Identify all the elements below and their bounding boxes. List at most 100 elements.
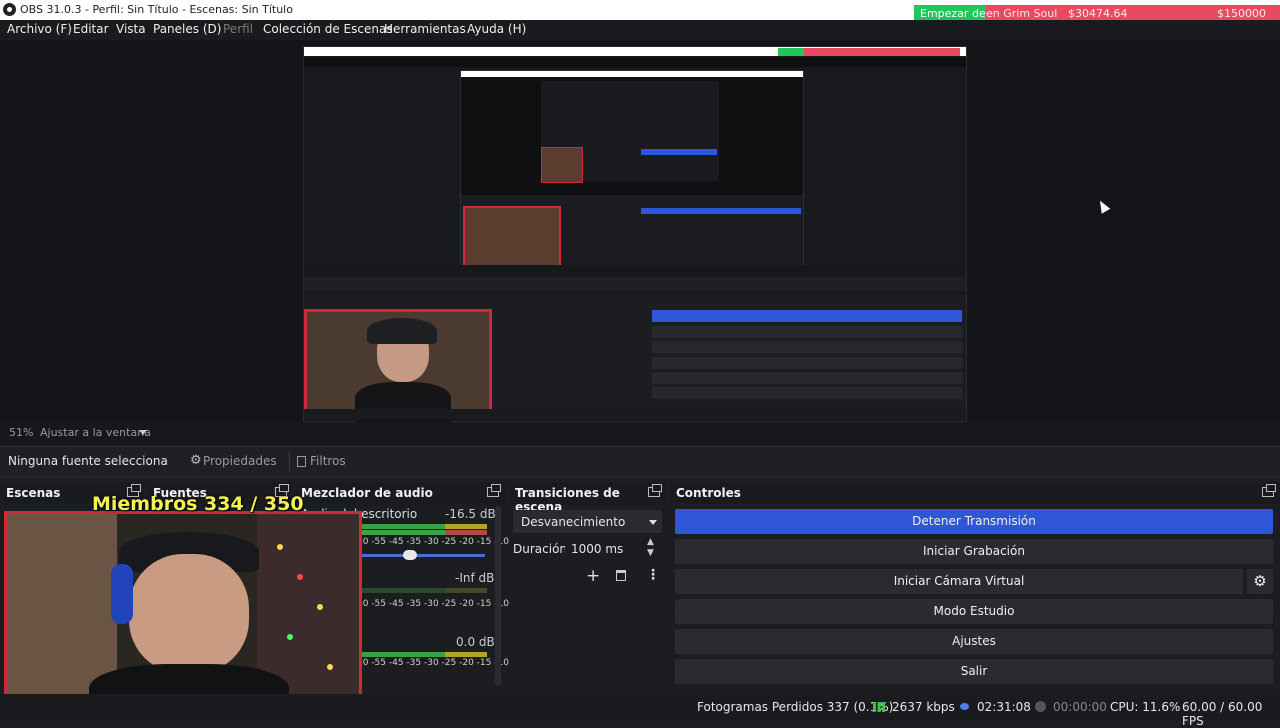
nested2-stop-button xyxy=(641,149,717,155)
transition-select-value: Desvanecimiento xyxy=(521,515,626,529)
webcam-face xyxy=(129,554,249,674)
webcam-overlay xyxy=(4,511,362,716)
menu-bar: Archivo (F) Editar Vista Paneles (D) Per… xyxy=(0,20,1280,40)
stream-icon xyxy=(960,703,969,710)
nested-button xyxy=(652,372,962,384)
nested-menu-bar xyxy=(304,57,966,67)
nested-status-bar xyxy=(304,409,966,419)
menu-scene-collection[interactable]: Colección de Escenas xyxy=(263,22,393,36)
scenes-dock-title: Escenas xyxy=(6,486,61,500)
nested-webcam-cap xyxy=(367,318,437,344)
audio-meter xyxy=(355,652,445,657)
transitions-dock: Transiciones de escena Desvanecimiento D… xyxy=(509,482,666,692)
menu-tools[interactable]: Herramientas xyxy=(384,22,466,36)
filters-button[interactable]: Filtros xyxy=(310,454,346,468)
meter-ticks: 60 -55 -45 -35 -30 -25 -20 -15 -10 -5 0 xyxy=(357,658,530,668)
exit-button[interactable]: Salir xyxy=(675,659,1273,684)
nested-goal-green xyxy=(778,48,804,56)
webcam-headset xyxy=(111,564,133,624)
meter-ticks: 60 -55 -45 -35 -30 -25 -20 -15 -10 -5 0 xyxy=(357,537,530,547)
preview-canvas[interactable] xyxy=(303,46,967,422)
mixer-channel-level: 0.0 dB xyxy=(456,635,495,649)
nested-button xyxy=(652,387,962,399)
transition-select[interactable]: Desvanecimiento xyxy=(513,510,662,533)
trash-icon[interactable] xyxy=(616,570,626,581)
audio-meter xyxy=(445,524,487,529)
gear-icon: ⚙ xyxy=(1253,572,1267,590)
menu-view[interactable]: Vista xyxy=(116,22,146,36)
audio-meter xyxy=(445,652,487,657)
source-toolbar: Ninguna fuente selecciona ⚙ Propiedades … xyxy=(0,446,1280,478)
add-transition-icon[interactable]: + xyxy=(586,566,600,586)
mixer-channel-level: -Inf dB xyxy=(455,571,495,585)
dropped-frames: Fotogramas Perdidos 337 (0.1%) xyxy=(697,700,894,714)
spin-down-icon[interactable]: ▼ xyxy=(647,548,654,558)
properties-button[interactable]: Propiedades xyxy=(203,454,277,468)
nested-button xyxy=(652,341,962,353)
signal-icon xyxy=(873,702,885,712)
audio-meter xyxy=(355,524,445,529)
start-recording-button[interactable]: Iniciar Grabación xyxy=(675,539,1273,564)
audio-meter xyxy=(355,530,445,535)
webcam-lights xyxy=(277,544,283,550)
no-source-label: Ninguna fuente selecciona xyxy=(8,454,168,468)
meter-ticks: 60 -55 -45 -35 -30 -25 -20 -15 -10 -5 0 xyxy=(357,599,530,609)
fps-counter: 60.00 / 60.00 FPS xyxy=(1182,700,1263,728)
chevron-down-icon[interactable] xyxy=(139,430,147,435)
gear-icon[interactable]: ⚙ xyxy=(190,453,202,468)
audio-meter xyxy=(355,588,445,593)
menu-docks[interactable]: Paneles (D) xyxy=(153,22,221,36)
zoom-level: 51% xyxy=(9,426,34,439)
zoom-bar: 51% Ajustar a la ventana xyxy=(0,422,1280,444)
duration-input[interactable]: 1000 ms ▲ ▼ xyxy=(565,537,662,560)
status-bar: Fotogramas Perdidos 337 (0.1%) 2637 kbps… xyxy=(0,694,1280,728)
window-title: OBS 31.0.3 - Perfil: Sin Título - Escena… xyxy=(20,3,293,16)
undock-icon[interactable] xyxy=(487,484,501,497)
nested2-webcam-large xyxy=(463,206,561,268)
obs-logo-icon xyxy=(3,3,16,16)
menu-help[interactable]: Ayuda (H) xyxy=(467,22,526,36)
nested-goal-widget xyxy=(778,48,960,56)
menu-edit[interactable]: Editar xyxy=(73,22,109,36)
transitions-dock-header: Transiciones de escena xyxy=(509,482,666,514)
fit-window-select[interactable]: Ajustar a la ventana xyxy=(40,426,151,439)
controls-dock-title: Controles xyxy=(676,486,741,500)
divider xyxy=(289,451,290,471)
audio-meter xyxy=(445,530,487,535)
stream-time: 02:31:08 xyxy=(977,700,1031,714)
audio-meter xyxy=(445,588,487,593)
menu-file[interactable]: Archivo (F) xyxy=(7,22,72,36)
undock-icon[interactable] xyxy=(1262,484,1276,497)
members-counter: Miembros 334 / 350 xyxy=(92,493,304,515)
duration-value: 1000 ms xyxy=(571,542,624,556)
bitrate: 2637 kbps xyxy=(892,700,955,714)
virtual-camera-settings-button[interactable]: ⚙ xyxy=(1247,569,1273,594)
duration-label: Duración xyxy=(513,542,568,556)
controls-dock-header: Controles xyxy=(670,482,1280,504)
spin-up-icon[interactable]: ▲ xyxy=(647,537,654,547)
cpu-usage: CPU: 11.6% xyxy=(1110,700,1181,714)
studio-mode-button[interactable]: Modo Estudio xyxy=(675,599,1273,624)
filter-icon[interactable] xyxy=(297,456,306,467)
more-options-icon[interactable]: ⋮ xyxy=(646,567,660,583)
volume-slider[interactable] xyxy=(355,554,485,557)
nested-source-bar xyxy=(304,277,966,291)
record-icon xyxy=(1035,701,1046,712)
stop-streaming-button[interactable]: Detener Transmisión xyxy=(675,509,1273,534)
volume-slider-handle[interactable] xyxy=(403,550,417,560)
undock-icon[interactable] xyxy=(648,484,662,497)
nested2-title-bar xyxy=(461,71,803,77)
nested-zoom-bar xyxy=(304,265,966,273)
nested-button xyxy=(652,326,962,338)
mixer-scrollbar[interactable] xyxy=(495,506,501,686)
mixer-dock-title: Mezclador de audio xyxy=(301,486,433,500)
record-time: 00:00:00 xyxy=(1053,700,1107,714)
settings-button[interactable]: Ajustes xyxy=(675,629,1273,654)
nested-webcam xyxy=(304,309,492,422)
nested2-blue-button xyxy=(641,208,801,214)
menu-profile[interactable]: Perfil xyxy=(223,22,253,36)
chevron-down-icon[interactable] xyxy=(649,520,657,525)
start-virtual-camera-button[interactable]: Iniciar Cámara Virtual xyxy=(675,569,1243,594)
mixer-dock-header: Mezclador de audio xyxy=(295,482,505,504)
nested-button xyxy=(652,357,962,369)
